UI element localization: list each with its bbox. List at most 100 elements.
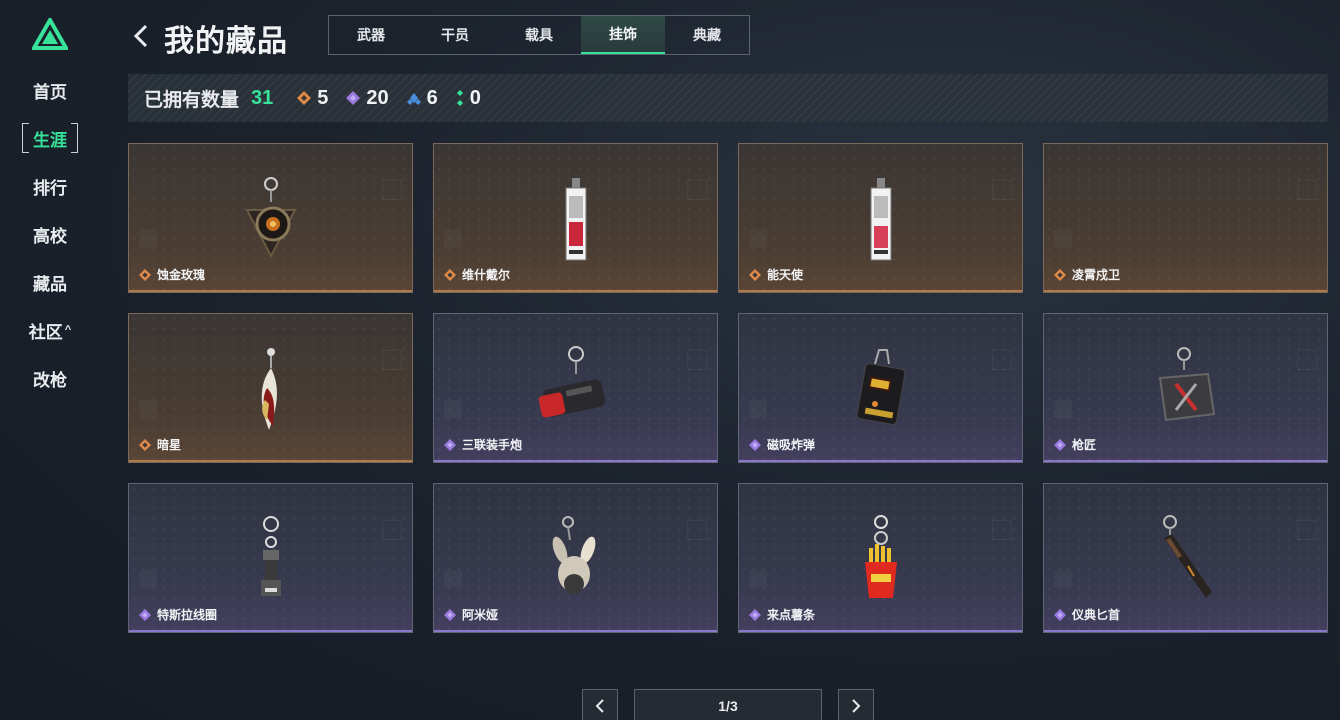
card-decoration bbox=[382, 350, 402, 370]
orange-diamond-icon bbox=[1054, 268, 1066, 281]
charm-card[interactable]: 蚀金玫瑰 bbox=[128, 143, 413, 293]
card-tag-charm-icon bbox=[565, 178, 587, 261]
page-indicator: 1/3 bbox=[634, 689, 822, 720]
hand-cannon-charm-icon bbox=[538, 346, 606, 418]
tab-operators[interactable]: 干员 bbox=[413, 16, 497, 54]
charm-name: 维什戴尔 bbox=[444, 266, 510, 283]
charm-name: 仪典匕首 bbox=[1054, 606, 1120, 623]
card-decoration bbox=[444, 400, 462, 418]
chevron-left-icon bbox=[595, 699, 604, 713]
card-decoration bbox=[139, 570, 157, 588]
charm-card[interactable]: 凌霄戍卫 bbox=[1043, 143, 1328, 293]
page-title: 我的藏品 bbox=[164, 25, 288, 58]
stat-blue-count: 6 bbox=[426, 86, 438, 109]
owned-count-total: 31 bbox=[251, 86, 274, 109]
orange-diamond-icon bbox=[297, 91, 312, 105]
sidebar-item-ranking[interactable]: 排行 bbox=[22, 171, 78, 201]
card-decoration bbox=[992, 520, 1012, 540]
tab-charms[interactable]: 挂饰 bbox=[581, 16, 665, 54]
prev-page-button[interactable] bbox=[582, 689, 618, 720]
charm-name: 阿米娅 bbox=[444, 606, 498, 623]
charm-card[interactable]: 来点薯条 bbox=[738, 483, 1023, 633]
charm-name-text: 暗星 bbox=[157, 438, 182, 452]
card-tag-charm-icon bbox=[870, 178, 892, 261]
sidebar-item-community-label: 社区 bbox=[28, 322, 63, 342]
card-decoration bbox=[749, 570, 767, 588]
dagger-charm-icon bbox=[1163, 515, 1212, 598]
card-decoration bbox=[382, 520, 402, 540]
card-decoration bbox=[1054, 400, 1072, 418]
card-decoration bbox=[444, 230, 462, 248]
sidebar-item-collection[interactable]: 藏品 bbox=[22, 267, 78, 297]
card-decoration bbox=[1297, 520, 1317, 540]
charm-name: 来点薯条 bbox=[749, 606, 815, 623]
charm-name: 三联装手炮 bbox=[444, 436, 522, 453]
purple-diamond-icon bbox=[749, 438, 761, 451]
category-tabs: 武器 干员 载具 挂饰 典藏 bbox=[328, 15, 750, 55]
orange-diamond-icon bbox=[139, 438, 151, 451]
stat-purple-count: 20 bbox=[366, 86, 389, 109]
sidebar-item-home[interactable]: 首页 bbox=[22, 75, 78, 105]
charm-card[interactable]: 能天使 bbox=[738, 143, 1023, 293]
purple-diamond-icon bbox=[749, 608, 761, 621]
charm-name-text: 凌霄戍卫 bbox=[1072, 268, 1121, 282]
sidebar-item-community[interactable]: 社区 ^ bbox=[22, 315, 78, 345]
sidebar-item-gunsmith[interactable]: 改枪 bbox=[22, 363, 78, 393]
purple-diamond-icon bbox=[1054, 608, 1066, 621]
green-dots-icon bbox=[456, 90, 463, 106]
card-decoration bbox=[382, 180, 402, 200]
card-decoration bbox=[687, 520, 707, 540]
purple-diamond-icon bbox=[1054, 438, 1066, 451]
card-decoration bbox=[139, 230, 157, 248]
charm-card[interactable]: 阿米娅 bbox=[433, 483, 718, 633]
stat-purple: 20 bbox=[346, 86, 389, 110]
sidebar-item-university[interactable]: 高校 bbox=[22, 219, 78, 249]
owned-stats-bar: 已拥有数量 31 5 20 6 0 bbox=[128, 74, 1328, 122]
charm-card[interactable]: 特斯拉线圈 bbox=[128, 483, 413, 633]
charm-card[interactable]: 磁吸炸弹 bbox=[738, 313, 1023, 463]
charm-name-text: 三联装手炮 bbox=[462, 438, 523, 452]
bomb-charm-icon bbox=[856, 349, 906, 425]
orange-diamond-icon bbox=[749, 268, 761, 281]
charm-name: 枪匠 bbox=[1054, 436, 1096, 453]
stat-green-count: 0 bbox=[469, 86, 481, 109]
next-page-button[interactable] bbox=[838, 689, 874, 720]
charm-card[interactable]: 三联装手炮 bbox=[433, 313, 718, 463]
chevron-right-icon bbox=[852, 699, 861, 713]
charm-card[interactable]: 仪典匕首 bbox=[1043, 483, 1328, 633]
charm-name: 能天使 bbox=[749, 266, 803, 283]
card-decoration bbox=[992, 180, 1012, 200]
charm-name-text: 磁吸炸弹 bbox=[767, 438, 816, 452]
tab-vehicles[interactable]: 载具 bbox=[497, 16, 581, 54]
charm-name-text: 蚀金玫瑰 bbox=[157, 268, 206, 282]
purple-diamond-icon bbox=[139, 608, 151, 621]
chevron-up-icon: ^ bbox=[64, 324, 72, 336]
tesla-coil-charm-icon bbox=[261, 516, 281, 596]
blue-diamond-icon bbox=[406, 93, 421, 105]
app-logo-icon[interactable] bbox=[32, 18, 68, 50]
tab-collection[interactable]: 典藏 bbox=[665, 16, 749, 54]
purple-diamond-icon bbox=[444, 608, 456, 621]
charm-name: 磁吸炸弹 bbox=[749, 436, 815, 453]
charm-card[interactable]: 枪匠 bbox=[1043, 313, 1328, 463]
charm-name: 凌霄戍卫 bbox=[1054, 266, 1120, 283]
purple-diamond-icon bbox=[346, 91, 361, 105]
card-decoration bbox=[749, 230, 767, 248]
card-decoration bbox=[687, 350, 707, 370]
card-decoration bbox=[1297, 350, 1317, 370]
charm-card[interactable]: 维什戴尔 bbox=[433, 143, 718, 293]
back-arrow-icon[interactable] bbox=[130, 22, 154, 50]
tab-weapons[interactable]: 武器 bbox=[329, 16, 413, 54]
fries-charm-icon bbox=[865, 515, 897, 598]
card-decoration bbox=[1054, 570, 1072, 588]
card-decoration bbox=[992, 350, 1012, 370]
sidebar-item-career[interactable]: 生涯 bbox=[22, 123, 78, 153]
feather-blade-charm-icon bbox=[261, 348, 277, 430]
stat-blue: 6 bbox=[406, 86, 438, 110]
stat-green: 0 bbox=[456, 87, 481, 110]
card-decoration bbox=[444, 570, 462, 588]
stat-orange-count: 5 bbox=[317, 86, 329, 109]
purple-diamond-icon bbox=[444, 438, 456, 451]
charm-name-text: 仪典匕首 bbox=[1072, 608, 1121, 622]
charm-card[interactable]: 暗星 bbox=[128, 313, 413, 463]
